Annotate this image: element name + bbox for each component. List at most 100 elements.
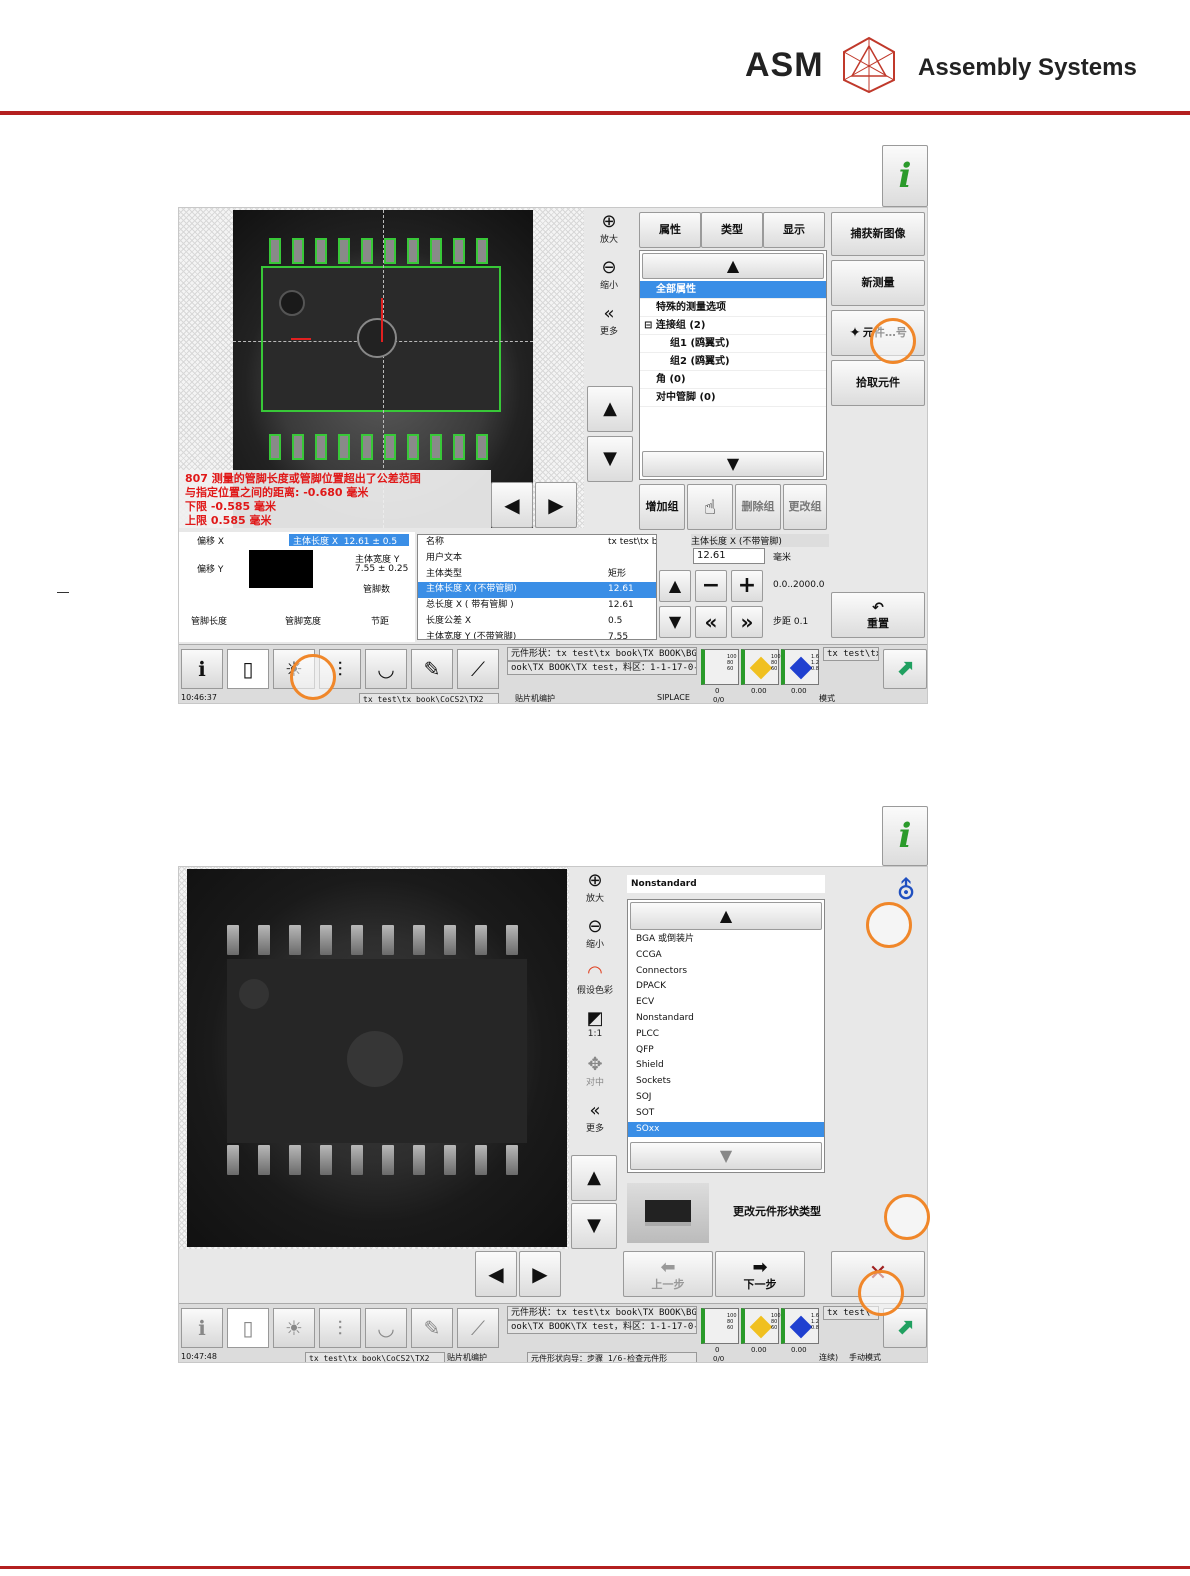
zoom-out-tool-1[interactable]: ⊖ 缩小	[587, 258, 631, 292]
type-item[interactable]: Shield	[628, 1058, 824, 1074]
table-row[interactable]: 主体类型 矩形	[418, 567, 656, 583]
zoom-in-tool-2[interactable]: ⊕ 放大	[573, 871, 617, 905]
tree-item[interactable]: 对中管脚 (0)	[640, 389, 826, 407]
type-scroll-down[interactable]: ▼	[630, 1142, 822, 1170]
confirm-arrow-button-1[interactable]: ⬈	[883, 649, 927, 689]
minus-button[interactable]: −	[695, 570, 727, 602]
scroll-down-button-2[interactable]: ▼	[571, 1203, 617, 1249]
notes-tab-icon[interactable]: ✎	[411, 1308, 453, 1348]
tray-tab-icon[interactable]: ◡	[365, 1308, 407, 1348]
table-row[interactable]: 用户文本	[418, 551, 656, 567]
up-arrow-button[interactable]: ▲	[659, 570, 691, 602]
zoom-in-tool-1[interactable]: ⊕ 放大	[587, 212, 631, 246]
color-tool[interactable]: ◠ 假设色彩	[573, 963, 617, 997]
more-tool-2[interactable]: « 更多	[573, 1101, 617, 1135]
type-item[interactable]: ECV	[628, 995, 824, 1011]
change-shape-type-button[interactable]: 更改元件形状类型	[727, 1189, 827, 1235]
tree-scroll-down[interactable]: ▼	[642, 451, 824, 477]
add-group-button[interactable]: 增加组	[639, 484, 685, 530]
info-tab-icon[interactable]: ℹ	[181, 1308, 223, 1348]
type-item[interactable]: SOT	[628, 1106, 824, 1122]
type-item[interactable]: Nonstandard	[628, 1011, 824, 1027]
scroll-down-button-1[interactable]: ▼	[587, 436, 633, 482]
type-item-selected[interactable]: SOxx	[628, 1121, 824, 1138]
type-item[interactable]: QFP	[628, 1043, 824, 1059]
table-row[interactable]: 主体宽度 Y (不带管脚) 7.55	[418, 630, 656, 639]
component-tab-icon[interactable]: ▯	[227, 1308, 269, 1348]
tree-item[interactable]: 组2 (鸥翼式)	[640, 353, 826, 371]
more-tool-1[interactable]: « 更多	[587, 304, 631, 338]
tree-item[interactable]: 全部属性	[640, 281, 826, 299]
nav-right-button-2[interactable]: ▶	[519, 1251, 561, 1297]
tree-item[interactable]: 角 (0)	[640, 371, 826, 389]
hand-tool-button[interactable]: ☝	[687, 484, 733, 530]
property-table[interactable]: 名称 tx test\tx b 用户文本 主体类型 矩形 主体长度 X (不带管脚)…	[417, 534, 657, 640]
info-button-1[interactable]: i	[882, 145, 928, 207]
scroll-up-button-2[interactable]: ▲	[571, 1155, 617, 1201]
value-input[interactable]: 12.61	[693, 548, 765, 564]
type-item[interactable]: SOJ	[628, 1090, 824, 1106]
notes-tab-icon[interactable]: ✎	[411, 649, 453, 689]
nav-right-button-1[interactable]: ▶	[535, 482, 577, 528]
gauge-blue-value: 1.6 1.2 0.8	[811, 654, 819, 672]
type-item[interactable]: CCGA	[628, 948, 824, 964]
tab-properties[interactable]: 属性	[639, 212, 701, 248]
nozzle-tab-icon[interactable]: ⟋	[457, 1308, 499, 1348]
table-row[interactable]: 总长度 X ( 带有管脚 ) 12.61	[418, 598, 656, 614]
tree-scroll-up[interactable]: ▲	[642, 253, 824, 279]
type-item[interactable]: Sockets	[628, 1074, 824, 1090]
zoom-out-icon: ⊖	[587, 916, 603, 937]
body-length-x-field[interactable]: 主体长度 X 12.61 ± 0.5	[289, 534, 409, 547]
pin-top	[413, 925, 425, 955]
info-button-2[interactable]: i	[882, 806, 928, 866]
sliders-tab-icon[interactable]: ⫶	[319, 1308, 361, 1348]
pick-component-button[interactable]: 拾取元件	[831, 360, 925, 406]
pin-top	[227, 925, 239, 955]
scroll-up-button-1[interactable]: ▲	[587, 386, 633, 432]
reset-button[interactable]: ↶ 重置	[831, 592, 925, 638]
down-arrow-button[interactable]: ▼	[659, 606, 691, 638]
plus-button[interactable]: +	[731, 570, 763, 602]
type-item[interactable]: PLCC	[628, 1027, 824, 1043]
center-tool[interactable]: ✥ 对中	[573, 1055, 617, 1089]
nav-left-button-1[interactable]: ◀	[491, 482, 533, 528]
nav-left-button-2[interactable]: ◀	[475, 1251, 517, 1297]
tab-type[interactable]: 类型	[701, 212, 763, 248]
next-step-button[interactable]: ➡ 下一步	[715, 1251, 805, 1297]
table-row[interactable]: 主体长度 X (不带管脚) 12.61	[418, 582, 656, 599]
type-item[interactable]: BGA 或倒装片	[628, 932, 824, 948]
properties-tree[interactable]: ▲ 全部属性 特殊的测量选项 ⊟ 连接组 (2) 组1 (鸥翼式) 组2 (鸥翼…	[639, 250, 827, 480]
prev-step-button[interactable]: ⬅ 上一步	[623, 1251, 713, 1297]
tree-item[interactable]: 组1 (鸥翼式)	[640, 335, 826, 353]
type-item[interactable]: Connectors	[628, 964, 824, 980]
delete-group-button[interactable]: 删除组	[735, 484, 781, 530]
info-tab-icon[interactable]: ℹ	[181, 649, 223, 689]
machine-1: 贴片机编护	[515, 694, 555, 703]
zoom-in-label: 放大	[599, 235, 618, 245]
row-value: 矩形	[608, 568, 627, 579]
error-line-4: 上限 0.585 毫米	[185, 514, 272, 527]
change-group-button[interactable]: 更改组	[783, 484, 827, 530]
component-tab-icon[interactable]: ▯	[227, 649, 269, 689]
one-to-one-tool[interactable]: ◩ 1:1	[573, 1009, 617, 1040]
table-row[interactable]: 长度公差 X 0.5	[418, 614, 656, 630]
nozzle-tab-icon[interactable]: ⟋	[457, 649, 499, 689]
lighting-tab-icon[interactable]: ☀	[273, 1308, 315, 1348]
zoom-out-label: 缩小	[585, 940, 604, 950]
tray-tab-icon[interactable]: ◡	[365, 649, 407, 689]
fast-back-button[interactable]: «	[695, 606, 727, 638]
collapse-icon[interactable]: ⊟	[644, 320, 652, 331]
shape-type-list[interactable]: ▲ BGA 或倒装片 CCGA Connectors DPACK ECV Non…	[627, 899, 825, 1173]
capture-image-button[interactable]: 捕获新图像	[831, 212, 925, 256]
tree-item[interactable]: 特殊的测量选项	[640, 299, 826, 317]
pin-top	[351, 925, 363, 955]
fast-forward-button[interactable]: »	[731, 606, 763, 638]
tree-item[interactable]: ⊟ 连接组 (2)	[640, 317, 826, 335]
table-row[interactable]: 名称 tx test\tx b	[418, 535, 656, 551]
tab-display[interactable]: 显示	[763, 212, 825, 248]
zoom-out-tool-2[interactable]: ⊖ 缩小	[573, 916, 617, 951]
type-item[interactable]: DPACK	[628, 979, 824, 995]
arrow-left-icon: ⬅	[660, 1256, 676, 1278]
type-scroll-up[interactable]: ▲	[630, 902, 822, 930]
new-measure-button[interactable]: 新测量	[831, 260, 925, 306]
